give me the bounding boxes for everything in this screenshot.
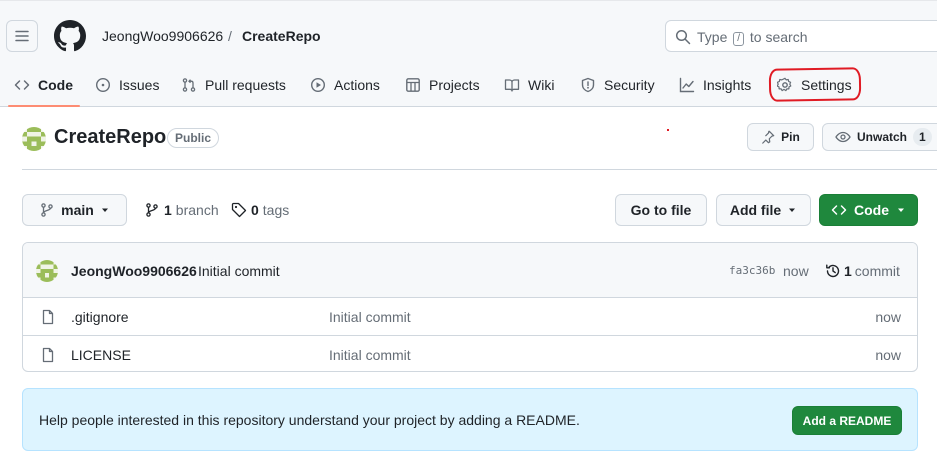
branch-count: 1 [164, 202, 172, 218]
active-tab-indicator [8, 105, 80, 107]
search-icon [675, 29, 691, 45]
tab-projects[interactable]: Projects [405, 75, 480, 95]
file-icon [42, 347, 54, 363]
annotation-dot [667, 129, 669, 131]
commit-word: commit [854, 263, 900, 279]
add-file-button[interactable]: Add file [716, 194, 811, 226]
file-name[interactable]: .gitignore [71, 309, 129, 325]
commit-time: now [783, 263, 809, 279]
file-icon [42, 309, 54, 325]
file-list: JeongWoo9906626 Initial commit fa3c36b n… [22, 242, 918, 372]
settings-annotation-circle [768, 67, 862, 102]
commit-sha[interactable]: fa3c36b [729, 264, 775, 277]
branch-word: branch [175, 202, 219, 218]
tag-count: 0 [251, 202, 259, 218]
tab-security[interactable]: Security [580, 75, 655, 95]
eye-icon [835, 131, 851, 143]
search-placeholder: Type / to search [697, 29, 808, 46]
repo-owner-avatar[interactable] [22, 127, 46, 151]
code-button[interactable]: Code [819, 194, 918, 226]
commit-author-avatar[interactable] [36, 260, 58, 282]
code-icon [831, 205, 847, 215]
file-commit-message[interactable]: Initial commit [329, 347, 411, 363]
file-row[interactable]: LICENSE Initial commit now [23, 335, 917, 371]
code-icon [14, 80, 30, 90]
commit-author[interactable]: JeongWoo9906626 [71, 263, 197, 279]
go-to-file-button[interactable]: Go to file [615, 194, 707, 226]
branch-icon [41, 203, 53, 217]
table-icon [406, 78, 420, 92]
watch-count: 1 [913, 128, 932, 146]
readme-banner: Help people interested in this repositor… [22, 388, 918, 451]
history-icon [826, 264, 840, 278]
caret-down-icon [101, 208, 108, 212]
tag-icon [231, 202, 247, 218]
repo-title[interactable]: CreateRepo [54, 126, 166, 149]
search-shortcut-key: / [733, 32, 745, 46]
hamburger-icon [15, 30, 29, 42]
add-readme-button[interactable]: Add a README [792, 406, 902, 435]
pin-icon [762, 130, 775, 144]
visibility-badge: Public [167, 128, 220, 148]
commit-message[interactable]: Initial commit [198, 263, 280, 279]
title-divider [22, 169, 937, 170]
file-commit-message[interactable]: Initial commit [329, 309, 411, 325]
tab-insights[interactable]: Insights [679, 75, 751, 95]
commit-count: 1 [844, 263, 852, 279]
tab-pull-requests[interactable]: Pull requests [181, 75, 286, 95]
latest-commit-bar: JeongWoo9906626 Initial commit fa3c36b n… [23, 243, 917, 298]
file-time: now [875, 347, 901, 363]
file-time: now [875, 309, 901, 325]
graph-icon [679, 77, 695, 93]
pull-request-icon [182, 78, 196, 92]
branch-icon [146, 203, 158, 217]
branches-link[interactable]: 1 branch [144, 202, 219, 218]
play-icon [310, 77, 326, 93]
branch-select[interactable]: main [22, 194, 127, 226]
file-name[interactable]: LICENSE [71, 347, 131, 363]
tab-wiki[interactable]: Wiki [504, 75, 554, 95]
breadcrumb-owner[interactable]: JeongWoo9906626 [102, 28, 223, 44]
tab-code[interactable]: Code [14, 75, 73, 95]
tag-word: tags [262, 202, 290, 218]
readme-banner-text: Help people interested in this repositor… [39, 412, 580, 428]
tab-issues[interactable]: Issues [95, 75, 159, 95]
tags-link[interactable]: 0 tags [231, 202, 289, 218]
tab-actions[interactable]: Actions [310, 75, 380, 95]
repo-header: JeongWoo9906626 / CreateRepo Type / to s… [0, 0, 937, 107]
breadcrumb-repo[interactable]: CreateRepo [242, 28, 321, 44]
menu-button[interactable] [6, 20, 38, 52]
caret-down-icon [898, 208, 904, 212]
unwatch-button[interactable]: Unwatch 1 [822, 123, 937, 151]
caret-down-icon [789, 208, 796, 212]
file-row[interactable]: .gitignore Initial commit now [23, 298, 917, 335]
issue-icon [95, 77, 111, 93]
search-input[interactable]: Type / to search [665, 20, 937, 52]
github-logo-icon[interactable] [54, 20, 86, 52]
breadcrumb-separator: / [228, 28, 232, 44]
pin-button[interactable]: Pin [747, 123, 814, 151]
book-icon [504, 79, 520, 92]
shield-icon [581, 77, 595, 93]
commits-link[interactable]: 1 commit [825, 263, 900, 279]
